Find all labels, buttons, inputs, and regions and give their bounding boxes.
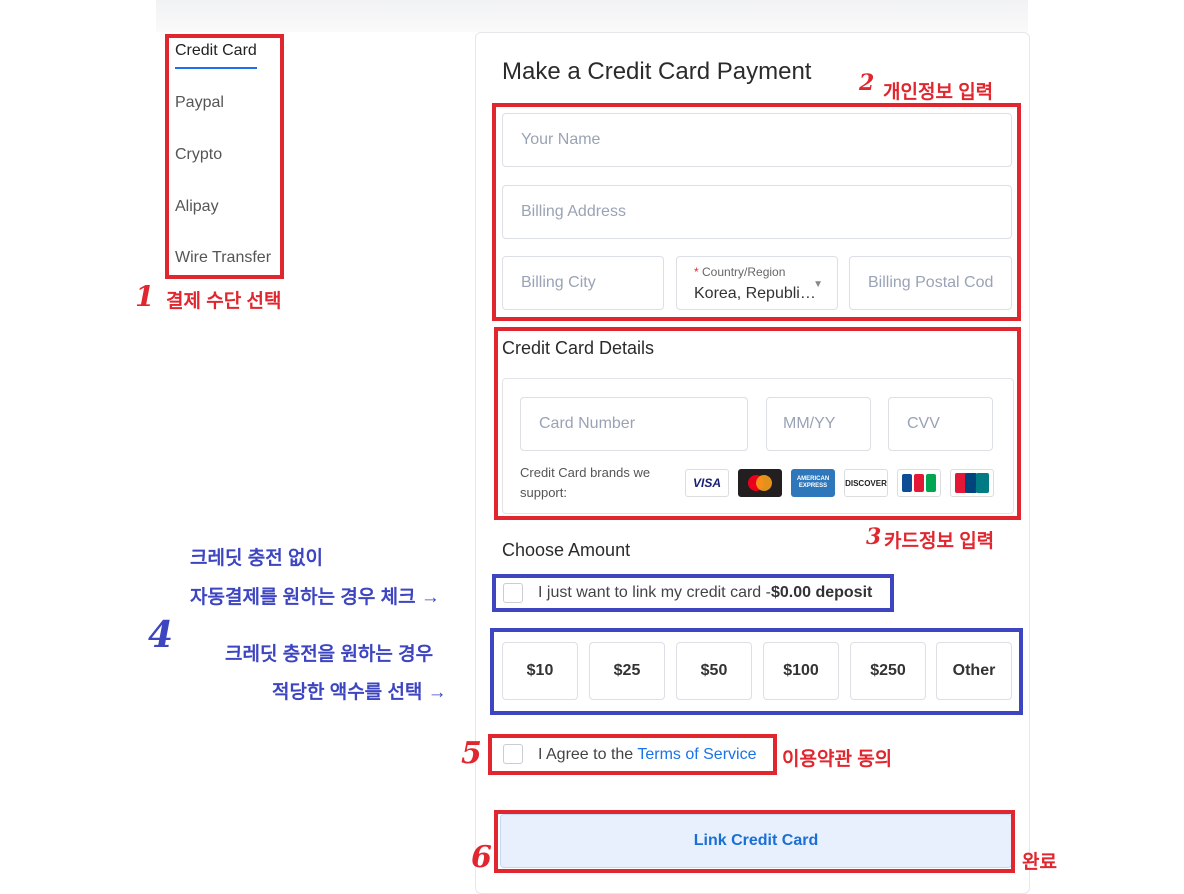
country-value: Korea, Republi… <box>694 285 816 302</box>
annotation-note-5: 이용약관 동의 <box>782 749 893 770</box>
annotation-note-4b-line2: 적당한 액수를 선택 → <box>272 682 447 703</box>
discover-logo: DISCOVER <box>844 469 888 497</box>
cvv-placeholder: CVV <box>907 415 940 432</box>
billing-address-placeholder: Billing Address <box>521 203 626 220</box>
required-marker: * <box>694 265 699 279</box>
jcb-stripes-icon <box>902 474 936 492</box>
annotation-note-1: 결제 수단 선택 <box>166 291 282 312</box>
deposit-amount: $0.00 deposit <box>770 584 873 601</box>
unionpay-logo <box>950 469 994 497</box>
annotation-note-4a-line1: 크레딧 충전 없이 <box>190 548 323 569</box>
terms-checkbox[interactable] <box>503 744 523 764</box>
annotation-number-5: 5 <box>461 736 482 771</box>
top-bar <box>156 0 1028 32</box>
expiry-placeholder: MM/YY <box>783 415 836 432</box>
amex-logo: AMERICAN EXPRESS <box>791 469 835 497</box>
expiry-field[interactable]: MM/YY <box>766 397 871 451</box>
annotation-number-4: 4 <box>148 614 174 656</box>
amex-logo-text: AMERICAN EXPRESS <box>796 476 830 489</box>
discover-logo-text: DISCOVER <box>845 478 887 488</box>
nav-item-label: Credit Card <box>175 42 257 59</box>
mastercard-circles-icon <box>748 475 772 491</box>
nav-item-alipay[interactable]: Alipay <box>175 198 219 216</box>
terms-label: I Agree to the Terms of Service <box>538 746 756 764</box>
billing-address-field[interactable]: Billing Address <box>502 185 1012 239</box>
nav-item-paypal[interactable]: Paypal <box>175 94 224 112</box>
choose-amount-title: Choose Amount <box>502 540 631 560</box>
terms-prefix: I Agree to the <box>538 746 638 763</box>
billing-city-placeholder: Billing City <box>521 274 596 291</box>
annotation-note-4a-line2: 자동결제를 원하는 경우 체크 → <box>190 587 440 608</box>
annotation-note-4b-line1: 크레딧 충전을 원하는 경우 <box>225 644 434 665</box>
cvv-field[interactable]: CVV <box>888 397 993 451</box>
name-placeholder: Your Name <box>521 131 601 148</box>
nav-item-credit-card[interactable]: Credit Card <box>175 42 257 69</box>
amount-option-50[interactable]: $50 <box>676 642 752 700</box>
link-only-checkbox[interactable] <box>503 583 523 603</box>
visa-logo-text: VISA <box>692 476 721 490</box>
name-field[interactable]: Your Name <box>502 113 1012 167</box>
mastercard-logo <box>738 469 782 497</box>
card-number-field[interactable]: Card Number <box>520 397 748 451</box>
annotation-note-3: 카드정보 입력 <box>884 531 995 552</box>
amount-option-10[interactable]: $10 <box>502 642 578 700</box>
jcb-logo <box>897 469 941 497</box>
page-title: Make a Credit Card Payment <box>502 58 812 85</box>
nav-item-wire-transfer[interactable]: Wire Transfer <box>175 249 271 267</box>
annotation-number-6: 6 <box>471 840 492 875</box>
country-label-text: Country/Region <box>702 265 786 279</box>
annotation-number-1: 1 <box>135 280 155 313</box>
billing-postal-field[interactable]: Billing Postal Cod <box>849 256 1012 310</box>
billing-postal-placeholder: Billing Postal Cod <box>868 274 994 291</box>
active-tab-indicator <box>175 67 257 69</box>
amount-option-other[interactable]: Other <box>936 642 1012 700</box>
amount-option-25[interactable]: $25 <box>589 642 665 700</box>
annotation-note-6: 완료 <box>1022 852 1057 873</box>
link-only-text: I just want to link my credit card - <box>538 584 771 601</box>
card-number-placeholder: Card Number <box>539 415 636 432</box>
chevron-down-icon: ▼ <box>813 279 823 290</box>
nav-item-crypto[interactable]: Crypto <box>175 146 222 164</box>
annotation-number-3: 3 <box>866 524 882 550</box>
card-brands-text: Credit Card brands we support: <box>520 465 651 500</box>
link-credit-card-button[interactable]: Link Credit Card <box>500 814 1012 868</box>
annotation-number-2: 2 <box>859 70 875 96</box>
country-select[interactable]: * Country/Region Korea, Republi… ▼ <box>676 256 838 310</box>
link-only-label[interactable]: I just want to link my credit card -$0.0… <box>538 584 872 602</box>
country-label: * Country/Region <box>694 265 785 279</box>
amount-option-250[interactable]: $250 <box>850 642 926 700</box>
amount-option-100[interactable]: $100 <box>763 642 839 700</box>
annotation-note-2: 개인정보 입력 <box>883 82 994 103</box>
terms-of-service-link[interactable]: Terms of Service <box>637 746 756 763</box>
unionpay-stripes-icon <box>955 473 989 493</box>
card-details-title: Credit Card Details <box>502 338 655 358</box>
visa-logo: VISA <box>685 469 729 497</box>
billing-city-field[interactable]: Billing City <box>502 256 664 310</box>
